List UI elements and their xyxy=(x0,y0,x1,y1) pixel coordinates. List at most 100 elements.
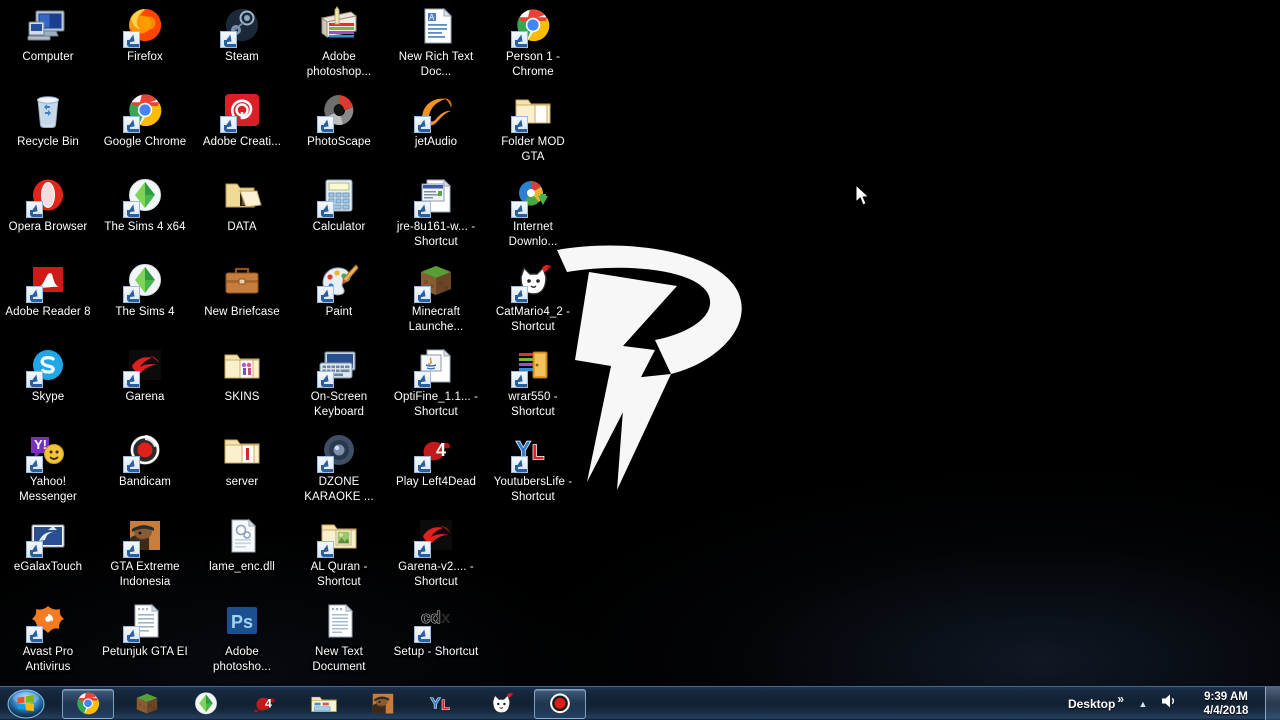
desktop-icon[interactable]: GTA Extreme Indonesia xyxy=(101,514,189,589)
taskbar-left4dead[interactable]: 4 xyxy=(239,689,291,719)
desktop-icon[interactable]: Skype xyxy=(4,344,92,405)
windows-explorer-icon xyxy=(309,689,339,719)
desktop-icon[interactable]: OptiFine_1.1... - Shortcut xyxy=(392,344,480,419)
shortcut-arrow-icon xyxy=(317,286,334,303)
desktop-icon[interactable]: Firefox xyxy=(101,4,189,65)
taskbar-catmario[interactable] xyxy=(475,689,527,719)
shortcut-arrow-icon xyxy=(26,626,43,643)
desktop-icon[interactable]: Garena-v2.... - Shortcut xyxy=(392,514,480,589)
text-document-icon xyxy=(123,599,167,643)
desktop-icon[interactable]: New Text Document xyxy=(295,599,383,674)
svg-text:A: A xyxy=(429,13,435,22)
desktop-icon[interactable]: PhotoScape xyxy=(295,89,383,150)
desktop-icon[interactable]: DATA xyxy=(198,174,286,235)
desktop-icon[interactable]: Adobe Creati... xyxy=(198,89,286,150)
desktop-icon[interactable]: On-Screen Keyboard xyxy=(295,344,383,419)
desktop-icon[interactable]: server xyxy=(198,429,286,490)
start-button[interactable] xyxy=(2,688,50,720)
desktop-icon[interactable]: Y L YoutubersLife - Shortcut xyxy=(489,429,577,504)
desktop-icon[interactable]: Bandicam xyxy=(101,429,189,490)
desktop-icon-label: Minecraft Launche... xyxy=(408,306,464,333)
system-tray[interactable]: Desktop » ▲ 9:39 AM 4/4/2018 xyxy=(1068,687,1280,720)
adobe-reader-icon xyxy=(26,259,70,303)
taskbar-sims4[interactable] xyxy=(180,689,232,719)
show-desktop-button[interactable] xyxy=(1265,687,1280,720)
desktop-icon[interactable]: Computer xyxy=(4,4,92,65)
desktop-icon[interactable]: Google Chrome xyxy=(101,89,189,150)
shortcut-arrow-icon xyxy=(414,371,431,388)
desktop-icon[interactable]: Petunjuk GTA EI xyxy=(101,599,189,660)
svg-text:L: L xyxy=(441,697,449,712)
svg-text:4: 4 xyxy=(265,696,272,710)
catmario-icon xyxy=(486,689,516,719)
desktop-icon[interactable]: Avast Pro Antivirus xyxy=(4,599,92,674)
desktop-icon[interactable]: Recycle Bin xyxy=(4,89,92,150)
clock-time: 9:39 AM xyxy=(1204,690,1248,703)
shortcut-arrow-icon xyxy=(511,31,528,48)
clock[interactable]: 9:39 AM 4/4/2018 xyxy=(1192,690,1260,718)
desktop-icon-label: jre-8u161-w... - Shortcut xyxy=(396,221,476,248)
desktop-icon[interactable]: Internet Downlo... xyxy=(489,174,577,249)
garena-icon xyxy=(123,344,167,388)
desktop-icon[interactable]: jetAudio xyxy=(392,89,480,150)
desktop-icon[interactable]: Minecraft Launche... xyxy=(392,259,480,334)
desktop-icon[interactable]: Folder MOD GTA xyxy=(489,89,577,164)
idm-icon xyxy=(511,174,555,218)
desktop-icon[interactable]: AL Quran - Shortcut xyxy=(295,514,383,589)
desktop-icon[interactable]: Adobe photoshop... xyxy=(295,4,383,79)
tray-toolbar-label[interactable]: Desktop xyxy=(1068,697,1115,711)
svg-text:cd: cd xyxy=(421,608,441,627)
desktop-icon[interactable]: 4 Play Left4Dead xyxy=(392,429,480,490)
desktop-icon[interactable]: SKINS xyxy=(198,344,286,405)
opera-icon xyxy=(26,174,70,218)
shortcut-arrow-icon xyxy=(317,456,334,473)
taskbar[interactable]: 4 YL Desktop » ▲ 9:39 AM 4/4/2018 xyxy=(0,686,1280,720)
shortcut-arrow-icon xyxy=(26,286,43,303)
show-hidden-icons-arrow-icon[interactable]: ▲ xyxy=(1134,699,1152,709)
catmario-icon xyxy=(511,259,555,303)
chevron-double-right-icon[interactable]: » xyxy=(1117,692,1124,706)
desktop-icon[interactable]: lame_enc.dll xyxy=(198,514,286,575)
desktop-icon[interactable]: DZONE KARAOKE ... xyxy=(295,429,383,504)
desktop-icon-label: Adobe Reader 8 xyxy=(5,306,91,318)
speaker-icon[interactable] xyxy=(1160,692,1182,715)
desktop-icon-label: Firefox xyxy=(127,51,163,63)
desktop-icon[interactable]: Person 1 - Chrome xyxy=(489,4,577,79)
desktop-icon[interactable]: Y! Yahoo! Messenger xyxy=(4,429,92,504)
taskbar-youtuberslife[interactable]: YL xyxy=(416,689,468,719)
taskbar-gta[interactable] xyxy=(357,689,409,719)
desktop-icon-label: Skype xyxy=(31,391,65,403)
desktop-icon[interactable]: eGalaxTouch xyxy=(4,514,92,575)
taskbar-button-group[interactable]: 4 YL xyxy=(62,688,1068,720)
desktop-icon[interactable]: A New Rich Text Doc... xyxy=(392,4,480,79)
desktop-icon[interactable]: Opera Browser xyxy=(4,174,92,235)
desktop-icon[interactable]: Adobe Reader 8 xyxy=(4,259,92,320)
taskbar-chrome[interactable] xyxy=(62,688,114,719)
desktop-icon[interactable]: Paint xyxy=(295,259,383,320)
desktop-icon-label: Calculator xyxy=(312,221,366,233)
desktop-icon[interactable]: New Briefcase xyxy=(198,259,286,320)
desktop[interactable]: Computer Firefox Steam Adobe photoshop... A N… xyxy=(0,0,1280,720)
shortcut-arrow-icon xyxy=(414,201,431,218)
desktop-icon[interactable]: CatMario4_2 - Shortcut xyxy=(489,259,577,334)
desktop-icon[interactable]: Garena xyxy=(101,344,189,405)
desktop-icon[interactable]: The Sims 4 x64 xyxy=(101,174,189,235)
adobe-creative-cloud-icon xyxy=(220,89,264,133)
desktop-icon-label: Adobe photoshop... xyxy=(306,51,372,78)
desktop-icon[interactable]: jre-8u161-w... - Shortcut xyxy=(392,174,480,249)
desktop-icon-label: Bandicam xyxy=(119,476,171,488)
taskbar-bandicam[interactable] xyxy=(534,688,586,719)
desktop-icon[interactable]: The Sims 4 xyxy=(101,259,189,320)
desktop-icon-label: SKINS xyxy=(224,391,260,403)
taskbar-minecraft[interactable] xyxy=(121,689,173,719)
desktop-icon[interactable]: Steam xyxy=(198,4,286,65)
dzone-karaoke-icon xyxy=(317,429,361,473)
desktop-icon[interactable]: wrar550 - Shortcut xyxy=(489,344,577,419)
taskbar-explorer[interactable] xyxy=(298,689,350,719)
desktop-icon-grid[interactable]: Computer Firefox Steam Adobe photoshop... A N… xyxy=(0,0,600,680)
desktop-icon[interactable]: Calculator xyxy=(295,174,383,235)
desktop-icon-label: wrar550 - Shortcut xyxy=(508,391,558,418)
desktop-icon-label: server xyxy=(225,476,259,488)
desktop-icon[interactable]: cd x Setup - Shortcut xyxy=(392,599,480,660)
desktop-icon[interactable]: Ps Adobe photosho... xyxy=(198,599,286,674)
